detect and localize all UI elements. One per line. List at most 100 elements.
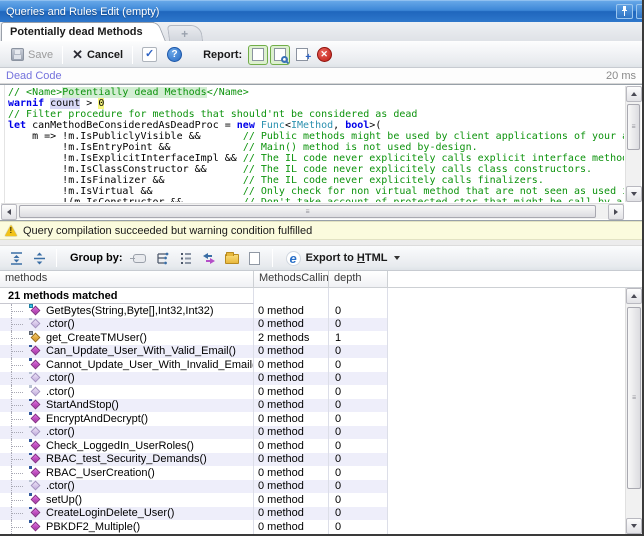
ctor-icon — [30, 318, 42, 330]
tree-connector — [8, 426, 30, 440]
method-cell: RBAC_test_Security_Demands() — [0, 453, 254, 467]
export-to-html-button[interactable]: e Export to HTML — [280, 249, 407, 268]
save-button[interactable]: Save — [6, 46, 58, 63]
table-row[interactable]: GetBytes(String,Byte[],Int32,Int32)0 met… — [0, 304, 388, 318]
methods-calling-cell: 0 method — [254, 439, 329, 453]
method-cell: GetBytes(String,Byte[],Int32,Int32) — [0, 304, 254, 318]
pin-button[interactable] — [616, 4, 633, 19]
report-remove-button[interactable]: ✕ — [314, 45, 334, 65]
validate-query-button[interactable]: ✓ — [137, 45, 162, 64]
edit-toolbar: Save ✕ Cancel ✓ ? Report: — [0, 42, 642, 68]
methods-calling-cell: 0 method — [254, 318, 329, 332]
results-grid-body: 21 methods matched GetBytes(String,Byte[… — [0, 288, 642, 534]
table-row[interactable]: Check_LoggedIn_UserRoles()0 method0 — [0, 439, 388, 453]
method-name: .ctor() — [46, 372, 75, 384]
group-by-namespace-icon — [202, 252, 216, 265]
tree-connector — [8, 385, 30, 399]
cancel-button[interactable]: ✕ Cancel — [67, 46, 128, 63]
methods-calling-cell: 0 method — [254, 385, 329, 399]
group-by-namespace-button[interactable] — [199, 249, 219, 268]
table-row[interactable]: .ctor()0 method0 — [0, 426, 388, 440]
depth-cell: 0 — [329, 480, 388, 494]
group-header-row[interactable]: 21 methods matched — [0, 288, 388, 304]
method-name: StartAndStop() — [46, 399, 119, 411]
code-editor[interactable]: // <Name>Potentially dead Methods</Name>… — [0, 84, 642, 221]
column-header-depth[interactable]: depth — [329, 271, 388, 287]
editor-vertical-scrollbar[interactable]: ≡ — [625, 86, 641, 202]
table-row[interactable]: RBAC_test_Security_Demands()0 method0 — [0, 453, 388, 467]
close-button[interactable] — [636, 4, 644, 19]
methods-calling-cell: 2 methods — [254, 331, 329, 345]
method-name: CreateLoginDelete_User() — [46, 507, 174, 519]
export-html-icon: e — [286, 251, 301, 266]
table-row[interactable]: RBAC_UserCreation()0 method0 — [0, 466, 388, 480]
help-button[interactable]: ? — [162, 45, 187, 64]
collapse-all-button[interactable] — [29, 249, 49, 268]
group-by-flat-list-button[interactable] — [176, 249, 196, 268]
table-row[interactable]: .ctor()0 method0 — [0, 318, 388, 332]
method-name: get_CreateTMUser() — [46, 332, 147, 344]
report-remove-icon: ✕ — [317, 47, 332, 62]
depth-cell: 1 — [329, 331, 388, 345]
grid-scroll-up-button[interactable] — [626, 288, 642, 304]
table-row[interactable]: EncryptAndDecrypt()0 method0 — [0, 412, 388, 426]
method-icon — [30, 399, 42, 411]
method-icon — [30, 440, 42, 452]
table-row[interactable]: .ctor()0 method0 — [0, 480, 388, 494]
validate-check-icon: ✓ — [142, 47, 157, 62]
report-chart-button[interactable] — [248, 45, 268, 65]
scroll-right-button[interactable] — [608, 204, 624, 220]
depth-cell: 0 — [329, 412, 388, 426]
table-row[interactable]: CreateLoginDelete_User()0 method0 — [0, 507, 388, 521]
horizontal-scroll-thumb[interactable]: ≡ — [19, 205, 596, 218]
scroll-left-button[interactable] — [1, 204, 17, 220]
group-by-tree-button[interactable] — [153, 249, 173, 268]
group-by-none-button[interactable] — [130, 249, 150, 268]
expand-all-button[interactable] — [6, 249, 26, 268]
add-tab-button[interactable]: + — [167, 25, 203, 41]
grid-scroll-thumb[interactable]: ≡ — [627, 307, 641, 489]
depth-cell: 0 — [329, 520, 388, 534]
depth-cell: 0 — [329, 399, 388, 413]
table-row[interactable]: StartAndStop()0 method0 — [0, 399, 388, 413]
methods-calling-cell: 0 method — [254, 520, 329, 534]
depth-cell: 0 — [329, 453, 388, 467]
tree-connector — [8, 304, 30, 318]
method-icon — [30, 413, 42, 425]
editor-horizontal-scrollbar[interactable]: ≡ — [1, 203, 624, 219]
grid-scroll-down-button[interactable] — [626, 518, 642, 534]
table-row[interactable]: .ctor()0 method0 — [0, 372, 388, 386]
tab-potentially-dead-methods[interactable]: Potentially dead Methods — [1, 22, 154, 41]
table-row[interactable]: get_CreateTMUser() 2 methods1 — [0, 331, 388, 345]
method-cell: .ctor() — [0, 426, 254, 440]
method-cell: .ctor() — [0, 385, 254, 399]
cancel-icon: ✕ — [72, 48, 83, 61]
vertical-scroll-thumb[interactable]: ≡ — [627, 104, 640, 150]
column-header-methodscallingme[interactable]: MethodsCallingMe — [254, 271, 329, 287]
report-add-button[interactable]: + — [292, 45, 312, 65]
group-by-folder-button[interactable] — [222, 249, 242, 268]
query-source-code[interactable]: // <Name>Potentially dead Methods</Name>… — [8, 87, 624, 202]
column-header-methods[interactable]: methods — [0, 271, 254, 287]
query-group-label[interactable]: Dead Code — [6, 70, 606, 82]
table-row[interactable]: Cannot_Update_User_With_Invalid_Email()0… — [0, 358, 388, 372]
scroll-up-button[interactable] — [626, 86, 642, 102]
table-row[interactable]: Can_Update_User_With_Valid_Email()0 meth… — [0, 345, 388, 359]
group-by-file-button[interactable] — [245, 249, 265, 268]
report-view-button[interactable] — [270, 45, 290, 65]
group-by-none-icon — [133, 254, 146, 263]
method-new-icon — [30, 305, 42, 317]
method-cell: Cannot_Update_User_With_Invalid_Email() — [0, 358, 254, 372]
method-icon — [30, 453, 42, 465]
method-name: .ctor() — [46, 318, 75, 330]
depth-cell: 0 — [329, 304, 388, 318]
table-row[interactable]: setUp()0 method0 — [0, 493, 388, 507]
scroll-down-button[interactable] — [626, 186, 642, 202]
methods-calling-cell: 0 method — [254, 493, 329, 507]
grid-vertical-scrollbar[interactable]: ≡ — [625, 288, 642, 534]
method-cell: StartAndStop() — [0, 399, 254, 413]
depth-cell: 0 — [329, 466, 388, 480]
report-chart-icon — [252, 48, 264, 61]
table-row[interactable]: PBKDF2_Multiple()0 method0 — [0, 520, 388, 534]
table-row[interactable]: .ctor()0 method0 — [0, 385, 388, 399]
